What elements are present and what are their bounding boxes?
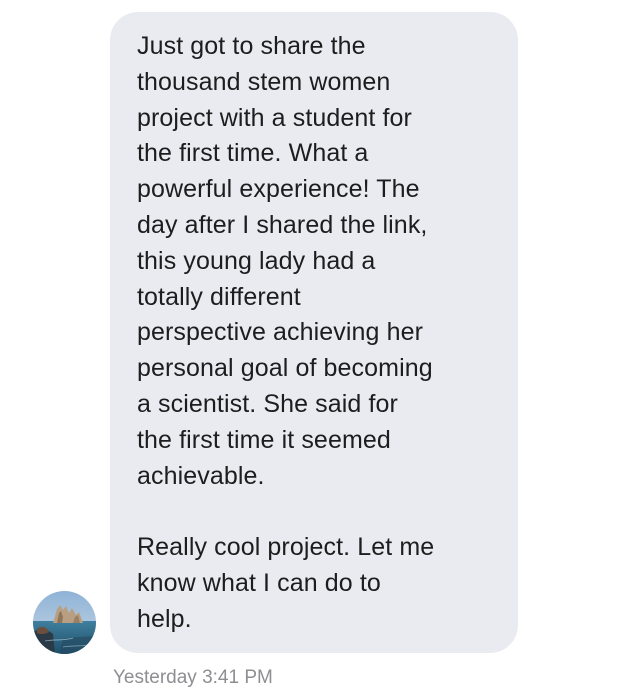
message-line: thousand stem women	[137, 67, 391, 96]
message-line: the first time. What a	[137, 139, 369, 168]
message-line: totally different	[137, 282, 301, 311]
message-line: this young lady had a	[137, 246, 376, 275]
message-line: personal goal of becoming	[137, 354, 433, 383]
message-timestamp: Yesterday 3:41 PM	[113, 667, 273, 688]
message-line: powerful experience! The	[137, 175, 420, 204]
message-paragraph: Really cool project. Let me know what I …	[137, 530, 498, 637]
message-line: help.	[137, 604, 192, 633]
message-line: day after I shared the link,	[137, 210, 428, 239]
message-line: achievable.	[137, 461, 265, 490]
message-bubble[interactable]: Just got to share the thousand stem wome…	[110, 12, 518, 653]
message-line: Just got to share the	[137, 32, 366, 60]
message-thread: Just got to share the thousand stem wome…	[0, 0, 632, 699]
message-line: Really cool project. Let me	[137, 533, 435, 562]
message-line: perspective achieving her	[137, 318, 423, 347]
message-line: the first time it seemed	[137, 425, 391, 454]
sender-avatar-photo	[33, 591, 96, 654]
message-line: project with a student for	[137, 103, 412, 132]
message-line: know what I can do to	[137, 568, 381, 597]
message-line: a scientist. She said for	[137, 389, 398, 418]
message-paragraph: Just got to share the thousand stem wome…	[137, 29, 498, 494]
sender-avatar[interactable]	[33, 591, 96, 654]
